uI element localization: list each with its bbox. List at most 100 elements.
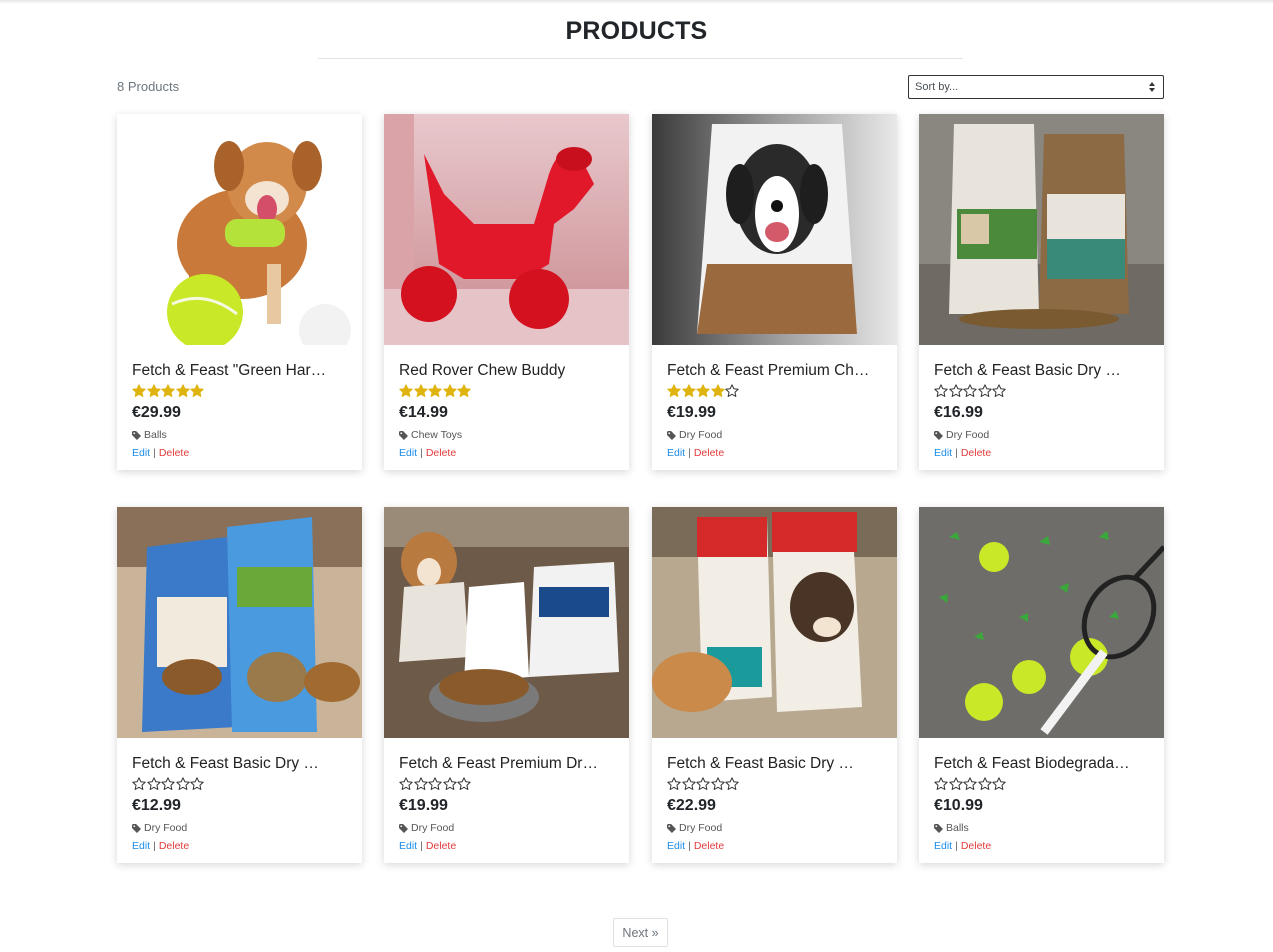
tag-icon — [132, 430, 141, 440]
product-category: Dry Food — [667, 429, 722, 441]
edit-link[interactable]: Edit — [132, 840, 150, 852]
product-price: €16.99 — [934, 404, 983, 421]
delete-link[interactable]: Delete — [961, 447, 991, 459]
card-actions: Edit | Delete — [934, 840, 992, 852]
category-label: Balls — [946, 822, 969, 834]
product-card[interactable]: Fetch & Feast Premium Dr… €19.99 Dry Foo… — [384, 507, 629, 863]
star-rating — [934, 384, 1007, 400]
product-name[interactable]: Fetch & Feast Basic Dry … — [132, 755, 347, 773]
sort-arrows-icon — [1148, 80, 1156, 94]
edit-link[interactable]: Edit — [399, 840, 417, 852]
delete-link[interactable]: Delete — [694, 447, 724, 459]
product-category: Dry Food — [399, 822, 454, 834]
card-actions: Edit | Delete — [667, 447, 725, 459]
star-filled-icon — [146, 384, 161, 397]
card-actions: Edit | Delete — [132, 447, 190, 459]
delete-link[interactable]: Delete — [694, 840, 724, 852]
star-empty-icon — [977, 384, 992, 397]
star-filled-icon — [413, 384, 428, 397]
delete-link[interactable]: Delete — [159, 447, 189, 459]
tag-icon — [934, 823, 943, 833]
edit-link[interactable]: Edit — [399, 447, 417, 459]
card-actions: Edit | Delete — [399, 840, 457, 852]
product-image-dog-green-ball[interactable] — [117, 114, 362, 345]
star-filled-icon — [132, 384, 146, 397]
star-filled-icon — [457, 384, 471, 397]
product-image-dogs-with-food-bags[interactable] — [384, 507, 629, 738]
star-empty-icon — [934, 777, 948, 790]
product-name[interactable]: Fetch & Feast Premium Dr… — [399, 755, 614, 773]
edit-link[interactable]: Edit — [667, 840, 685, 852]
star-empty-icon — [681, 777, 696, 790]
product-card[interactable]: Fetch & Feast Basic Dry … €22.99 Dry Foo… — [652, 507, 897, 863]
star-empty-icon — [696, 777, 710, 790]
star-empty-icon — [725, 384, 739, 397]
sort-select[interactable]: Sort by... — [908, 75, 1164, 99]
product-name[interactable]: Fetch & Feast Biodegrada… — [934, 755, 1149, 773]
star-filled-icon — [428, 384, 442, 397]
star-empty-icon — [992, 384, 1006, 397]
product-price: €19.99 — [399, 797, 448, 814]
edit-link[interactable]: Edit — [934, 840, 952, 852]
product-price: €19.99 — [667, 404, 716, 421]
tag-icon — [399, 430, 408, 440]
product-image-tennis-balls-racket[interactable] — [919, 507, 1164, 738]
product-count: 8 Products — [117, 79, 180, 94]
star-rating — [399, 384, 472, 400]
product-price: €14.99 — [399, 404, 448, 421]
product-price: €10.99 — [934, 797, 983, 814]
product-name[interactable]: Fetch & Feast Basic Dry … — [934, 362, 1149, 380]
product-card[interactable]: Fetch & Feast Basic Dry … €12.99 Dry Foo… — [117, 507, 362, 863]
star-empty-icon — [413, 777, 428, 790]
edit-link[interactable]: Edit — [667, 447, 685, 459]
delete-link[interactable]: Delete — [159, 840, 189, 852]
card-actions: Edit | Delete — [667, 840, 725, 852]
product-card[interactable]: Red Rover Chew Buddy €14.99 Chew Toys Ed… — [384, 114, 629, 470]
star-empty-icon — [725, 777, 739, 790]
sort-select-value: Sort by... — [915, 81, 959, 93]
product-image-red-chew-toy[interactable] — [384, 114, 629, 345]
product-card[interactable]: Fetch & Feast "Green Har… €29.99 Balls E… — [117, 114, 362, 470]
delete-link[interactable]: Delete — [426, 840, 456, 852]
star-empty-icon — [442, 777, 457, 790]
product-name[interactable]: Fetch & Feast "Green Har… — [132, 362, 347, 380]
tag-icon — [934, 430, 943, 440]
product-price: €22.99 — [667, 797, 716, 814]
star-empty-icon — [190, 777, 204, 790]
product-card[interactable]: Fetch & Feast Basic Dry … €16.99 Dry Foo… — [919, 114, 1164, 470]
product-image-two-food-bags-blue[interactable] — [117, 507, 362, 738]
edit-link[interactable]: Edit — [934, 447, 952, 459]
product-image-dog-food-bag[interactable] — [652, 114, 897, 345]
star-rating — [667, 384, 740, 400]
tag-icon — [132, 823, 141, 833]
star-empty-icon — [977, 777, 992, 790]
card-actions: Edit | Delete — [399, 447, 457, 459]
product-name[interactable]: Fetch & Feast Basic Dry … — [667, 755, 882, 773]
star-empty-icon — [963, 384, 977, 397]
product-image-dogs-eating-food[interactable] — [652, 507, 897, 738]
card-actions: Edit | Delete — [934, 447, 992, 459]
edit-link[interactable]: Edit — [132, 447, 150, 459]
star-empty-icon — [948, 384, 963, 397]
product-card[interactable]: Fetch & Feast Biodegrada… €10.99 Balls E… — [919, 507, 1164, 863]
product-card[interactable]: Fetch & Feast Premium Ch… €19.99 Dry Foo… — [652, 114, 897, 470]
product-category: Dry Food — [934, 429, 989, 441]
delete-link[interactable]: Delete — [426, 447, 456, 459]
product-image-two-food-bags[interactable] — [919, 114, 1164, 345]
star-empty-icon — [399, 777, 413, 790]
star-filled-icon — [681, 384, 696, 397]
delete-link[interactable]: Delete — [961, 840, 991, 852]
product-category: Balls — [132, 429, 167, 441]
star-empty-icon — [457, 777, 471, 790]
product-name[interactable]: Red Rover Chew Buddy — [399, 362, 614, 380]
product-category: Balls — [934, 822, 969, 834]
category-label: Dry Food — [946, 429, 990, 441]
product-price: €12.99 — [132, 797, 181, 814]
star-filled-icon — [161, 384, 175, 397]
star-empty-icon — [132, 777, 146, 790]
star-empty-icon — [161, 777, 175, 790]
star-empty-icon — [146, 777, 161, 790]
product-name[interactable]: Fetch & Feast Premium Ch… — [667, 362, 882, 380]
pagination-next-button[interactable]: Next » — [613, 918, 668, 947]
star-rating — [667, 777, 740, 793]
